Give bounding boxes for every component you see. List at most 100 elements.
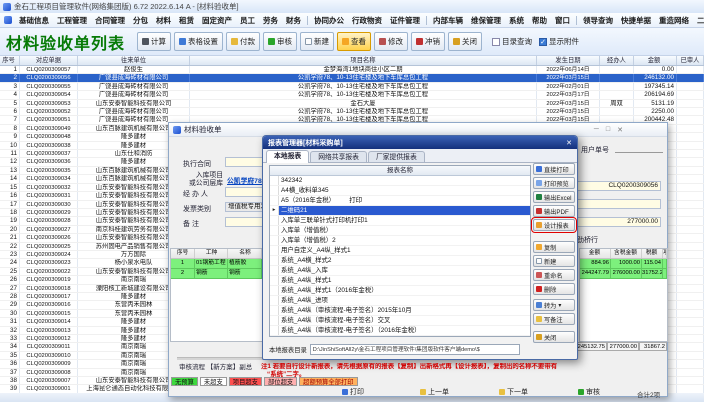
doc-no-field[interactable]: CLQ0200309056	[573, 181, 661, 191]
checkbox-显示附件[interactable]: 显示附件	[539, 36, 579, 47]
关闭-button[interactable]: 关闭	[533, 331, 575, 343]
col-header-seq[interactable]: 序号	[0, 56, 20, 65]
menu-item-证件管理[interactable]: 证件管理	[386, 15, 424, 26]
project-link[interactable]: 公凯学府78、10-1	[227, 175, 263, 185]
col-header-amount[interactable]: 金额	[634, 56, 677, 65]
checkbox-目录查询[interactable]: 目录查询	[492, 36, 532, 47]
report-list-item[interactable]: 系统_A4横_样式2	[270, 256, 530, 266]
tab-local-reports[interactable]: 本地报表	[266, 150, 309, 163]
report-list-item[interactable]: A4横_收料单345	[270, 186, 530, 196]
新建-button[interactable]: 新建	[300, 32, 334, 51]
menu-item-分包[interactable]: 分包	[129, 15, 152, 26]
menu-item-快捷单据[interactable]: 快捷单据	[617, 15, 655, 26]
minimize-icon[interactable]	[594, 126, 599, 134]
新建-button[interactable]: 新建	[533, 255, 575, 267]
report-list-item[interactable]: 系统_A4纵（审核流程-电子签名）交叉	[270, 316, 530, 326]
修改-button[interactable]: 修改	[374, 32, 408, 51]
report-list-item[interactable]: 二维码21	[270, 206, 530, 216]
输出Excel-button[interactable]: 输出Excel	[533, 191, 575, 203]
checkbox-box[interactable]	[492, 38, 500, 46]
审核-button[interactable]: 审核	[575, 386, 603, 397]
tab-vendor-reports[interactable]: 厂家提供报表	[368, 151, 425, 162]
report-list-item[interactable]: 系统_A4纵_样式1	[270, 276, 530, 286]
menu-item-租赁[interactable]: 租赁	[175, 15, 198, 26]
menu-item-维保管理[interactable]: 维保管理	[467, 15, 505, 26]
table-row[interactable]: 5CLQ0200309053山东安泰智能科技有限公司金石大厦2022年03月15…	[0, 100, 704, 108]
menu-item-二次开发[interactable]: 二次开发	[693, 15, 704, 26]
复制-button[interactable]: 复制	[533, 241, 575, 253]
写备注-button[interactable]: 写备注	[533, 313, 575, 325]
table-row[interactable]: 2CLQ0200309056广饶县成海砖材有限公司公凯学府78、10-13住宅楼…	[0, 74, 704, 82]
menu-item-员工[interactable]: 员工	[236, 15, 259, 26]
menu-item-合同管理[interactable]: 合同管理	[91, 15, 129, 26]
extra-field[interactable]	[573, 199, 661, 209]
detail-row[interactable]: 2钢筋钢筋	[171, 269, 262, 279]
menu-item-工程管理[interactable]: 工程管理	[53, 15, 91, 26]
col-header-project[interactable]: 项目名称	[190, 56, 537, 65]
menu-item-固定资产[interactable]: 固定资产	[198, 15, 236, 26]
report-list-item[interactable]: 入库单三联单针式打印机打印1	[270, 216, 530, 226]
user-doc-no-field[interactable]	[615, 152, 663, 153]
checkbox-box[interactable]	[539, 38, 547, 46]
打印-button[interactable]: 打印	[339, 386, 367, 397]
table-row[interactable]: 4CLQ0200309054广饶县成海砖材有限公司公凯学府78、10-13住宅楼…	[0, 91, 704, 99]
计算-button[interactable]: 计算	[137, 32, 171, 51]
删除-button[interactable]: 删除	[533, 283, 575, 295]
menu-item-财务[interactable]: 财务	[282, 15, 305, 26]
col-header-auditor[interactable]: 已审人	[677, 56, 704, 65]
detail-row[interactable]: 101钢筋工程（:植筋胶	[171, 259, 262, 269]
直接打印-button[interactable]: 直接打印	[533, 163, 575, 175]
冲销-button[interactable]: 冲销	[411, 32, 445, 51]
report-list-item[interactable]: 342342	[270, 176, 530, 186]
report-list-item[interactable]: 入库单（增值税）	[270, 226, 530, 236]
close-icon[interactable]	[617, 126, 623, 134]
menu-item-内部车辆[interactable]: 内部车辆	[429, 15, 467, 26]
detail-row[interactable]: 244247.79276000.0031752.21	[580, 269, 667, 279]
menu-item-劳务[interactable]: 劳务	[259, 15, 282, 26]
table-row[interactable]: 3CLQ0200309055广饶县成海砖材有限公司公凯学府78、10-13住宅楼…	[0, 83, 704, 91]
menu-item-窗口[interactable]: 窗口	[551, 15, 574, 26]
total-amount-field[interactable]: 277000.00	[573, 217, 661, 227]
report-list-item[interactable]: 系统_A4纵（审核流程-电子签名）（2016年金税）	[270, 326, 530, 336]
report-list-item[interactable]: 用户自定义_A4纵_样式1	[270, 246, 530, 256]
menu-item-系统[interactable]: 系统	[505, 15, 528, 26]
表格设置-button[interactable]: 表格设置	[174, 32, 223, 51]
col-header-date[interactable]: 发生日期	[537, 56, 600, 65]
table-row[interactable]: 1CLQ0200309057赵俊生金梦海湾1地块商住小区二期2022年06月14…	[0, 66, 704, 74]
report-list-item[interactable]: 系统_A4纵_入库	[270, 266, 530, 276]
付款-button[interactable]: 付款	[226, 32, 260, 51]
menu-item-行政物资[interactable]: 行政物资	[348, 15, 386, 26]
审核-button[interactable]: 审核	[263, 32, 297, 51]
table-row[interactable]: 6CLQ0200309052广饶县成海砖材有限公司公凯学府78、10-13住宅楼…	[0, 108, 704, 116]
设计报表-button[interactable]: 设计报表	[533, 219, 575, 231]
查看-button[interactable]: 查看	[337, 32, 371, 51]
上一单-button[interactable]: 上一单	[417, 386, 452, 397]
local-report-dir-field[interactable]: D:\JinShiSoftAll2y\金石工程项目管理软件\集团版软件客户端de…	[310, 344, 520, 355]
report-list-item[interactable]: 系统_A4纵（审核流程-电子签名）2015年10月	[270, 306, 530, 316]
col-header-operator[interactable]: 经办人	[600, 56, 634, 65]
maximize-icon[interactable]	[606, 126, 610, 134]
dialog-title-bar[interactable]: 报表管理器[材料采购单]	[263, 136, 577, 149]
关闭-button[interactable]: 关闭	[448, 32, 482, 51]
dialog-close-icon[interactable]	[566, 139, 572, 147]
menu-item-基础信息[interactable]: 基础信息	[15, 15, 53, 26]
tab-network-shared-reports[interactable]: 网络共享报表	[310, 151, 367, 162]
detail-row[interactable]: 884.961000.00115.04	[580, 259, 667, 269]
menu-item-领导查询[interactable]: 领导查询	[579, 15, 617, 26]
report-list-item[interactable]: 系统_A4纵_样式1（2016年金税）	[270, 286, 530, 296]
下一单-button[interactable]: 下一单	[496, 386, 531, 397]
report-list-item[interactable]: 入库单（增值税）2	[270, 236, 530, 246]
输出PDF-button[interactable]: 输出PDF	[533, 205, 575, 217]
重命名-button[interactable]: 重命名	[533, 269, 575, 281]
menu-item-材料[interactable]: 材料	[152, 15, 175, 26]
打印预览-button[interactable]: 打印预览	[533, 177, 575, 189]
menu-item-重造网络[interactable]: 重造网络	[655, 15, 693, 26]
转为-button[interactable]: 转为	[533, 299, 575, 311]
report-list-item[interactable]: 系统_A4纵_进项	[270, 296, 530, 306]
report-list-item[interactable]: 系统_A4纵（审核流程）2015年10月	[270, 336, 530, 337]
report-list-item[interactable]: A5（2016年金税） 打印	[270, 196, 530, 206]
col-header-doc-no[interactable]: 对应单据	[20, 56, 78, 65]
col-header-company[interactable]: 往来单位	[78, 56, 190, 65]
menu-item-帮助[interactable]: 帮助	[528, 15, 551, 26]
menu-item-协同办公[interactable]: 协同办公	[310, 15, 348, 26]
